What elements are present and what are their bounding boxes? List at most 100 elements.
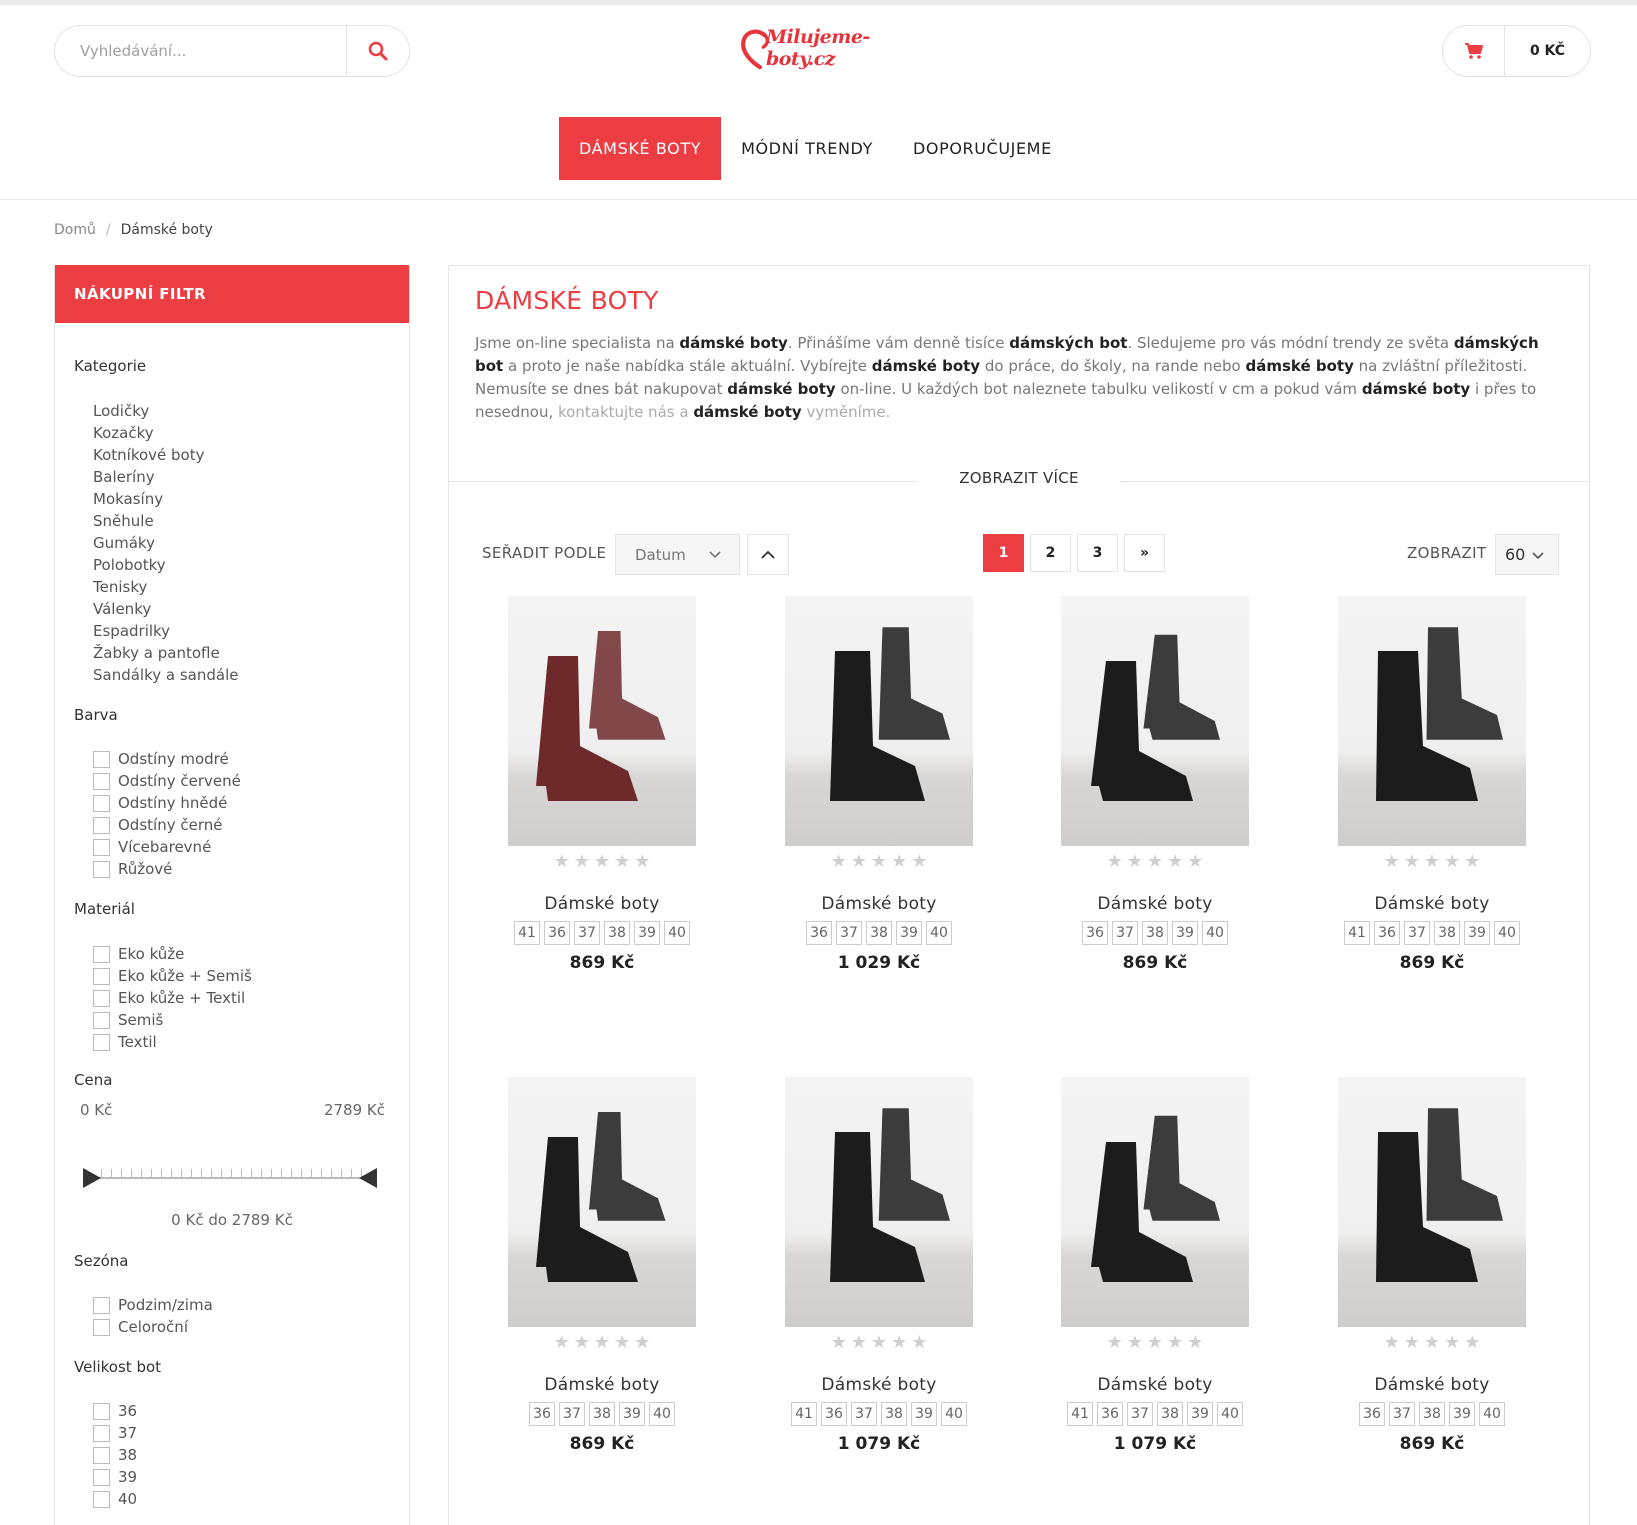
material-option[interactable]: Eko kůže — [93, 945, 184, 963]
nav-item-damske-boty[interactable]: DÁMSKÉ BOTY — [559, 117, 722, 180]
breadcrumb-home[interactable]: Domů — [54, 222, 96, 238]
checkbox[interactable] — [93, 816, 110, 834]
product-image[interactable] — [508, 596, 696, 846]
product-card[interactable]: ★ ★ ★ ★ ★ Dámské boty 41 36 37 38 39 40 1 079 Kč — [759, 1077, 999, 1454]
size-badge: 38 — [1157, 1402, 1183, 1426]
color-label: Odstíny černé — [118, 816, 223, 834]
show-more-button[interactable]: ZOBRAZIT VÍCE — [917, 469, 1121, 493]
category-item[interactable]: Kozačky — [93, 424, 154, 442]
product-image[interactable] — [1061, 1077, 1249, 1327]
checkbox[interactable] — [93, 1468, 110, 1486]
checkbox[interactable] — [93, 1033, 110, 1051]
category-item[interactable]: Gumáky — [93, 534, 155, 552]
checkbox[interactable] — [93, 838, 110, 856]
product-image[interactable] — [1338, 1077, 1526, 1327]
season-option[interactable]: Celoroční — [93, 1318, 188, 1336]
product-image[interactable] — [1338, 596, 1526, 846]
checkbox[interactable] — [93, 1490, 110, 1508]
category-item[interactable]: Espadrilky — [93, 622, 170, 640]
product-card[interactable]: ★ ★ ★ ★ ★ Dámské boty 36 37 38 39 40 1 029 Kč — [759, 596, 999, 973]
checkbox[interactable] — [93, 750, 110, 768]
product-card[interactable]: ★ ★ ★ ★ ★ Dámské boty 41 36 37 38 39 40 1 079 Kč — [1035, 1077, 1275, 1454]
nav-item-doporucujeme[interactable]: DOPORUČUJEME — [893, 117, 1072, 180]
color-option[interactable]: Odstíny černé — [93, 816, 222, 834]
per-page-select[interactable]: 60 — [1495, 534, 1559, 575]
material-option[interactable]: Textil — [93, 1033, 157, 1051]
category-item[interactable]: Mokasíny — [93, 490, 163, 508]
product-name[interactable]: Dámské boty — [759, 1375, 999, 1395]
color-option[interactable]: Odstíny modré — [93, 750, 229, 768]
product-name[interactable]: Dámské boty — [1312, 894, 1552, 914]
next-page-button[interactable]: » — [1124, 534, 1165, 572]
product-name[interactable]: Dámské boty — [1312, 1375, 1552, 1395]
material-option[interactable]: Eko kůže + Semiš — [93, 967, 252, 985]
category-item[interactable]: Tenisky — [93, 578, 147, 596]
category-item[interactable]: Baleríny — [93, 468, 155, 486]
checkbox[interactable] — [93, 989, 110, 1007]
category-item[interactable]: Lodičky — [93, 402, 149, 420]
product-card[interactable]: ★ ★ ★ ★ ★ Dámské boty 36 37 38 39 40 869 Kč — [482, 1077, 722, 1454]
color-option[interactable]: Vícebarevné — [93, 838, 211, 856]
product-name[interactable]: Dámské boty — [759, 894, 999, 914]
product-name[interactable]: Dámské boty — [1035, 1375, 1275, 1395]
product-image[interactable] — [785, 1077, 973, 1327]
cart-total: 0 KČ — [1529, 43, 1566, 59]
checkbox[interactable] — [93, 1318, 110, 1336]
sort-select[interactable]: Datum — [615, 534, 740, 575]
page-3-button[interactable]: 3 — [1077, 534, 1118, 572]
checkbox[interactable] — [93, 860, 110, 878]
checkbox[interactable] — [93, 1402, 110, 1420]
price-slider[interactable] — [81, 1168, 381, 1188]
category-item[interactable]: Kotníkové boty — [93, 446, 204, 464]
color-option[interactable]: Odstíny červené — [93, 772, 241, 790]
checkbox[interactable] — [93, 1011, 110, 1029]
product-image[interactable] — [785, 596, 973, 846]
size-badge: 41 — [1067, 1402, 1093, 1426]
page-1-button[interactable]: 1 — [983, 534, 1024, 572]
search-button[interactable] — [346, 26, 409, 76]
season-option[interactable]: Podzim/zima — [93, 1296, 213, 1314]
sort-direction-button[interactable] — [747, 534, 789, 575]
product-card[interactable]: ★ ★ ★ ★ ★ Dámské boty 36 37 38 39 40 869 Kč — [1035, 596, 1275, 973]
checkbox[interactable] — [93, 945, 110, 963]
size-option[interactable]: 36 — [93, 1402, 137, 1420]
checkbox[interactable] — [93, 1424, 110, 1442]
material-option[interactable]: Semiš — [93, 1011, 163, 1029]
product-image[interactable] — [508, 1077, 696, 1327]
size-option[interactable]: 37 — [93, 1424, 137, 1442]
color-option[interactable]: Růžové — [93, 860, 172, 878]
star-icon: ★ — [891, 851, 908, 872]
category-item[interactable]: Sněhule — [93, 512, 154, 530]
product-card[interactable]: ★ ★ ★ ★ ★ Dámské boty 41 36 37 38 39 40 869 Kč — [1312, 596, 1552, 973]
material-option[interactable]: Eko kůže + Textil — [93, 989, 245, 1007]
size-option[interactable]: 38 — [93, 1446, 137, 1464]
search-input[interactable] — [55, 26, 346, 76]
product-name[interactable]: Dámské boty — [482, 894, 722, 914]
slider-handle-min[interactable] — [83, 1168, 101, 1188]
category-item[interactable]: Sandálky a sandále — [93, 666, 238, 684]
checkbox[interactable] — [93, 967, 110, 985]
color-option[interactable]: Odstíny hnědé — [93, 794, 227, 812]
size-option[interactable]: 40 — [93, 1490, 137, 1508]
site-logo[interactable]: Milujeme-boty.cz — [740, 20, 910, 75]
checkbox[interactable] — [93, 772, 110, 790]
slider-handle-max[interactable] — [359, 1168, 377, 1188]
product-card[interactable]: ★ ★ ★ ★ ★ Dámské boty 41 36 37 38 39 40 869 Kč — [482, 596, 722, 973]
checkbox[interactable] — [93, 1446, 110, 1464]
category-item[interactable]: Žabky a pantofle — [93, 644, 220, 662]
product-image[interactable] — [1061, 596, 1249, 846]
star-icon: ★ — [634, 851, 651, 872]
product-name[interactable]: Dámské boty — [482, 1375, 722, 1395]
checkbox[interactable] — [93, 1296, 110, 1314]
size-option[interactable]: 39 — [93, 1468, 137, 1486]
checkbox[interactable] — [93, 794, 110, 812]
star-icon: ★ — [1106, 1332, 1123, 1353]
page-2-button[interactable]: 2 — [1030, 534, 1071, 572]
product-card[interactable]: ★ ★ ★ ★ ★ Dámské boty 36 37 38 39 40 869 Kč — [1312, 1077, 1552, 1454]
product-price: 869 Kč — [1122, 953, 1188, 973]
nav-item-modni-trendy[interactable]: MÓDNÍ TRENDY — [721, 117, 893, 180]
product-name[interactable]: Dámské boty — [1035, 894, 1275, 914]
category-item[interactable]: Polobotky — [93, 556, 166, 574]
category-item[interactable]: Válenky — [93, 600, 151, 618]
cart-button[interactable]: 0 KČ — [1442, 25, 1591, 77]
